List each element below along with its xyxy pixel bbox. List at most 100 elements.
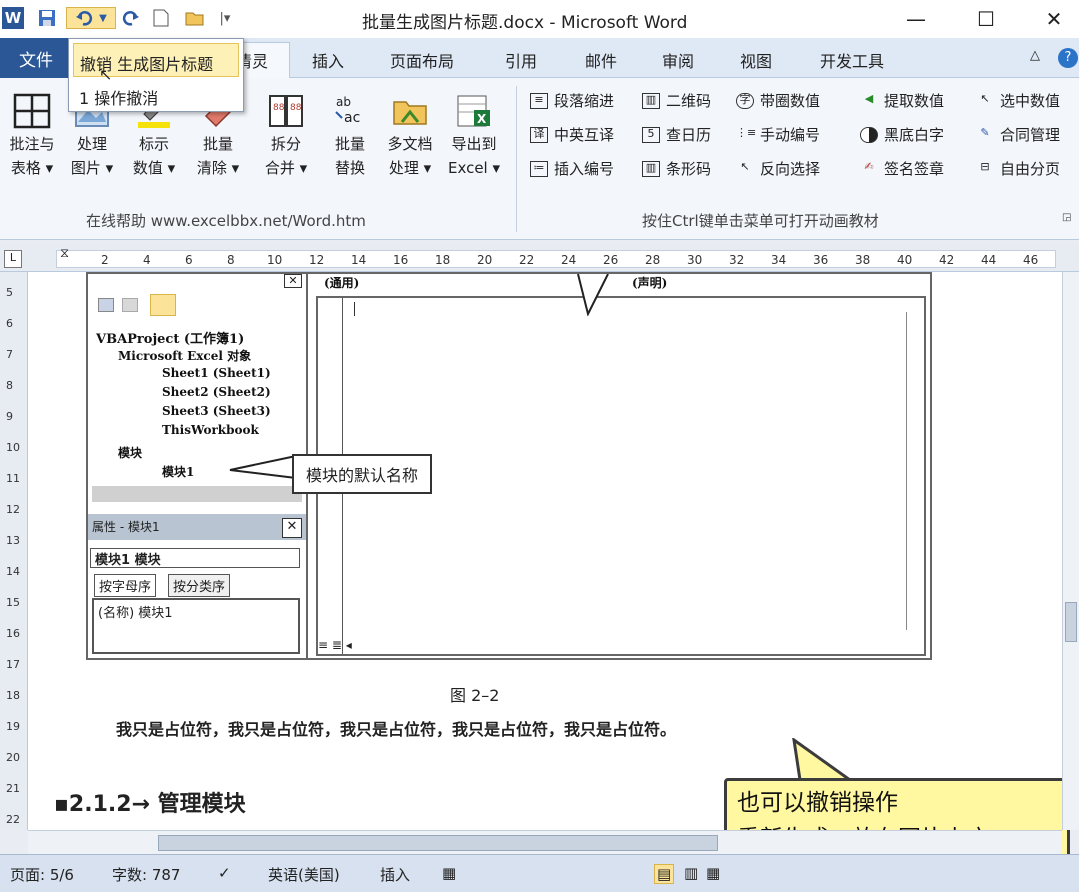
status-page[interactable]: 页面: 5/6	[10, 864, 74, 885]
signature-button[interactable]: ✍ 签名签章	[860, 158, 944, 179]
batch-replace-button[interactable]: ab ac 批量 替换	[322, 92, 378, 180]
toggle-folders-icon[interactable]	[150, 294, 176, 316]
close-button[interactable]: ✕	[1034, 4, 1074, 34]
status-words[interactable]: 字数: 787	[112, 864, 180, 885]
tree-node-module1[interactable]: 模块1	[162, 463, 194, 480]
collapse-ribbon-icon[interactable]: △	[1030, 48, 1040, 63]
props-tab-category[interactable]: 按分类序	[168, 574, 231, 597]
section-heading[interactable]: ▪2.1.2→ 管理模块	[54, 786, 246, 818]
horizontal-ruler[interactable]: L 2 4 6 8 10 12 14 16 18 20 22 24 26 28 …	[0, 246, 1079, 272]
tree-node-project[interactable]: VBAProject (工作簿1)	[96, 328, 244, 347]
tab-selector-icon[interactable]: L	[4, 250, 22, 268]
item-label: 合同管理	[1000, 126, 1061, 144]
print-layout-icon[interactable]: ▤	[654, 864, 675, 884]
code-vscrollbar[interactable]	[906, 312, 920, 630]
select-value-button[interactable]: ↖ 选中数值	[976, 90, 1060, 111]
new-document-icon[interactable]	[150, 7, 172, 29]
split-merge-button[interactable]: 88 88 拆分 合并 ▾	[258, 92, 314, 180]
object-combo[interactable]: (通用)	[324, 274, 359, 291]
properties-object-combo[interactable]: 模块1 模块	[90, 548, 300, 568]
qrcode-button[interactable]: ▥ 二维码	[642, 90, 711, 111]
help-icon[interactable]: ?	[1058, 48, 1078, 68]
undo-dropdown-arrow-icon[interactable]: ▼	[99, 13, 107, 24]
code-view-buttons[interactable]: ≡ ≣ ◂	[318, 638, 418, 654]
multi-document-button[interactable]: 多文档 处理 ▾	[382, 92, 438, 180]
web-layout-icon[interactable]: ▦	[706, 864, 720, 882]
item-label: 二维码	[666, 92, 712, 110]
macro-record-icon[interactable]: ▦	[442, 864, 456, 882]
annotation-table-button[interactable]: 批注与 表格 ▾	[4, 92, 60, 180]
properties-grid-row[interactable]: (名称) 模块1	[92, 598, 300, 654]
body-paragraph[interactable]: 我只是占位符，我只是占位符，我只是占位符，我只是占位符，我只是占位符。	[116, 716, 676, 740]
tab-file[interactable]: 文件	[0, 38, 72, 78]
save-icon[interactable]	[36, 7, 58, 29]
tree-node-excel-objects[interactable]: Microsoft Excel 对象	[118, 347, 251, 364]
embedded-vba-screenshot[interactable]: ✕ VBAProject (工作簿1) Microsoft Excel 对象 S…	[86, 272, 932, 660]
ruler-number: 12	[309, 253, 325, 267]
export-excel-button[interactable]: X 导出到 Excel ▾	[446, 92, 502, 180]
hscroll-thumb[interactable]	[158, 835, 718, 851]
props-tab-alpha[interactable]: 按字母序	[94, 574, 157, 597]
view-object-icon[interactable]	[122, 298, 138, 312]
undo-dropdown-menu: 撤销 生成图片标题 1 操作撤消 ↖	[68, 38, 244, 112]
vruler-number: 11	[6, 472, 20, 485]
status-language[interactable]: 英语(美国)	[268, 864, 340, 885]
maximize-button[interactable]: ☐	[966, 4, 1006, 34]
undo-menu-item-top[interactable]: 撤销 生成图片标题	[73, 43, 239, 77]
tab-developer[interactable]: 开发工具	[820, 48, 884, 72]
tree-node-thisworkbook[interactable]: ThisWorkbook	[162, 423, 259, 437]
undo-button[interactable]: ▼	[66, 7, 116, 29]
proofing-icon[interactable]: ✓	[218, 864, 231, 882]
insert-number-button[interactable]: ≔ 插入编号	[530, 158, 614, 179]
item-label: 查日历	[666, 126, 712, 144]
manual-number-button[interactable]: ⋮≡ 手动编号	[736, 124, 820, 145]
customize-qat-icon[interactable]: |▾	[214, 7, 236, 29]
paragraph-indent-button[interactable]: ≡ 段落缩进	[530, 90, 614, 111]
undo-menu-item-1[interactable]: 1 操作撤消	[79, 85, 158, 109]
tree-node-modules[interactable]: 模块	[118, 444, 142, 461]
calendar-button[interactable]: 5 查日历	[642, 124, 711, 145]
indent-marker-icon[interactable]: ⧖	[60, 246, 69, 261]
pane-close-icon[interactable]: ✕	[284, 274, 302, 288]
figure-caption[interactable]: 图 2–2	[450, 682, 499, 706]
view-code-icon[interactable]	[98, 298, 114, 312]
reverse-select-button[interactable]: ↖ 反向选择	[736, 158, 820, 179]
procedure-combo[interactable]: (声明)	[632, 274, 667, 291]
vruler-number: 18	[6, 689, 20, 702]
tab-mailings[interactable]: 邮件	[585, 48, 617, 72]
properties-close-icon[interactable]: ✕	[282, 518, 302, 538]
tab-references[interactable]: 引用	[505, 48, 537, 72]
barcode-button[interactable]: ▥ 条形码	[642, 158, 711, 179]
minimize-button[interactable]: —	[896, 4, 936, 34]
tree-node-sheet1[interactable]: Sheet1 (Sheet1)	[162, 366, 271, 380]
item-label: 黑底白字	[884, 126, 945, 144]
word-app-icon[interactable]: W	[2, 7, 24, 29]
circled-number-button[interactable]: 字带圈数值	[736, 90, 820, 111]
free-pagebreak-button[interactable]: ⊟ 自由分页	[976, 158, 1060, 179]
reading-layout-icon[interactable]: ▥	[684, 864, 698, 882]
extract-value-button[interactable]: ◀ 提取数值	[860, 90, 944, 111]
status-insert-mode[interactable]: 插入	[380, 864, 410, 885]
tab-review[interactable]: 审阅	[662, 48, 694, 72]
document-page[interactable]: ✕ VBAProject (工作簿1) Microsoft Excel 对象 S…	[28, 272, 1062, 830]
group-label-help[interactable]: 在线帮助 www.excelbbx.net/Word.htm	[86, 210, 366, 231]
scroll-thumb[interactable]	[1065, 602, 1077, 642]
open-folder-icon[interactable]	[184, 7, 206, 29]
module-name-callout: 模块的默认名称	[292, 454, 433, 494]
vruler-number: 12	[6, 503, 20, 516]
callout-pointer-top	[577, 274, 609, 316]
tree-node-sheet3[interactable]: Sheet3 (Sheet3)	[162, 404, 271, 418]
tree-hscrollbar[interactable]	[92, 486, 302, 502]
redo-icon[interactable]	[120, 7, 142, 29]
tree-node-sheet2[interactable]: Sheet2 (Sheet2)	[162, 385, 271, 399]
button-label: 导出到	[451, 135, 497, 153]
tab-insert[interactable]: 插入	[312, 48, 344, 72]
translate-button[interactable]: 译中英互译	[530, 124, 614, 145]
vertical-scrollbar[interactable]	[1062, 272, 1079, 830]
dialog-launcher-icon[interactable]: ◲	[1062, 212, 1071, 223]
contract-manage-button[interactable]: ✎ 合同管理	[976, 124, 1060, 145]
horizontal-scrollbar[interactable]	[28, 830, 1062, 854]
tab-view[interactable]: 视图	[740, 48, 772, 72]
black-white-button[interactable]: 黑底白字	[860, 124, 944, 145]
tab-page-layout[interactable]: 页面布局	[390, 48, 454, 72]
